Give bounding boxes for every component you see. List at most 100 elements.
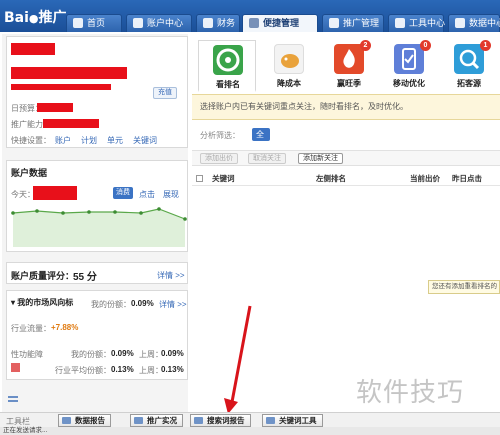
data-report-button[interactable]: 数据报告 (58, 414, 111, 427)
filter-row: 分析筛选： 全部(0) (200, 128, 270, 165)
quick-link-keyword[interactable]: 关键词 (133, 135, 157, 146)
watermark-text: 软件技巧 (356, 378, 465, 408)
nav-tab-home[interactable]: 首页 (66, 14, 122, 32)
wallet-icon (203, 18, 213, 28)
search-term-report-button[interactable]: 搜索词报告 (190, 414, 251, 427)
market-detail-link[interactable]: 详情 >> (159, 299, 187, 310)
tab-spend[interactable]: 消费 (113, 187, 133, 199)
toolbar-label: 工具栏 (6, 417, 30, 426)
row1-prev-value: 0.09% (161, 349, 184, 358)
nav-tab-label: 工具中心 (409, 18, 446, 28)
row2-prev-label: 上周： (139, 366, 163, 375)
mobile-check-icon (394, 44, 424, 74)
account-data-title: 账户数据 (11, 168, 48, 178)
nav-tab-label: 财务 (217, 18, 236, 28)
tool-view-ranking[interactable]: 看排名 (198, 40, 256, 92)
cancel-follow-button[interactable]: 取消关注 (248, 153, 286, 164)
promo-live-button[interactable]: 推广实况 (130, 414, 183, 427)
baidu-logo[interactable]: Bai●推广 (4, 7, 67, 27)
bottom-tool-label: 推广实况 (147, 416, 177, 425)
quick-link-unit[interactable]: 单元 (107, 135, 123, 146)
market-indicator-panel: ▾ 我的市场风向标 我的份额： 0.09% 详情 >> 行业流量： +7.88%… (6, 290, 188, 380)
nav-tab-account-center[interactable]: 账户中心 (126, 14, 192, 32)
tool-label: 看排名 (216, 80, 240, 89)
nav-tab-quick-manage[interactable]: 便捷管理 (242, 14, 318, 32)
industry-icon (11, 363, 20, 372)
col-left-rank[interactable]: 左侧排名 (316, 172, 346, 186)
keyword-tool-icon (266, 417, 275, 424)
quality-score-value: 55 分 (73, 272, 97, 283)
add-bid-button[interactable]: 添加出价 (200, 153, 238, 164)
nav-tab-label: 推广管理 (343, 18, 380, 28)
tool-reduce-cost[interactable]: 降成本 (260, 40, 318, 92)
report-icon (62, 417, 71, 424)
col-current-bid[interactable]: 当前出价 (410, 172, 440, 186)
nav-tab-tools[interactable]: 工具中心 (388, 14, 446, 32)
nav-tab-label: 便捷管理 (263, 18, 300, 28)
market-title-text: 我的市场风向标 (17, 298, 74, 307)
col-keyword[interactable]: 关键词 (212, 172, 235, 186)
quick-link-account[interactable]: 账户 (55, 135, 71, 146)
redacted-budget (37, 103, 73, 112)
nav-tab-data[interactable]: 数据中心 (448, 14, 500, 32)
tool-badge: 1 (480, 40, 491, 51)
tool-mobile-optimize[interactable]: 0 移动优化 (380, 40, 438, 92)
tab-clicks[interactable]: 点击 (139, 189, 155, 200)
col-yesterday-clicks[interactable]: 昨日点击 (452, 172, 482, 186)
traffic-value: +7.88% (51, 323, 79, 332)
live-icon (134, 417, 143, 424)
row1-my-value: 0.09% (111, 349, 134, 358)
filter-tab-all[interactable]: 全部(0) (252, 128, 270, 165)
my-share-value: 0.09% (131, 299, 154, 308)
bottom-tool-label: 关键词工具 (279, 416, 317, 425)
nav-tab-finance[interactable]: 财务 (196, 14, 240, 32)
recharge-button[interactable]: 充值 (153, 87, 177, 99)
paw-icon: ● (28, 12, 39, 25)
data-icon (455, 18, 465, 28)
menu-icon[interactable] (8, 396, 18, 402)
trend-point (61, 211, 65, 215)
select-all-checkbox[interactable] (196, 175, 203, 182)
today-label: 今天： (11, 190, 35, 199)
target-icon (213, 45, 243, 75)
tooltip-hint: 您还有添加重看排名的 (428, 280, 500, 294)
row2-avg-value: 0.13% (111, 365, 134, 374)
top-nav-bar: Bai●推广 首页 账户中心 财务 便捷管理 推广管理 工具中心 数据中心 (0, 0, 500, 32)
redacted-ability (43, 119, 99, 128)
flame-icon (334, 44, 364, 74)
grid-icon (249, 18, 259, 28)
nav-tab-promotion[interactable]: 推广管理 (322, 14, 384, 32)
bottom-tool-label: 搜索词报告 (207, 416, 245, 425)
row2-avg-label: 行业平均份额： (55, 366, 111, 375)
logo-suffix: 推广 (38, 10, 67, 26)
tab-impressions[interactable]: 展现 (163, 189, 179, 200)
tool-peak-season[interactable]: 2 赢旺季 (320, 40, 378, 92)
home-icon (73, 18, 83, 28)
row2-prev-value: 0.13% (161, 365, 184, 374)
nav-tab-label: 数据中心 (469, 18, 500, 28)
table-header: 关键词 左侧排名 当前出价 昨日点击 (192, 172, 500, 186)
tool-expand-customers[interactable]: 1 拓客源 (440, 40, 498, 92)
user-icon (133, 18, 143, 28)
row1-my-label: 我的份额： (71, 350, 111, 359)
redacted-account-info (11, 67, 127, 79)
tool-label: 移动优化 (393, 79, 425, 88)
quick-link-plan[interactable]: 计划 (81, 135, 97, 146)
keyword-tool-button[interactable]: 关键词工具 (262, 414, 323, 427)
quality-detail-link[interactable]: 详情 >> (157, 270, 185, 281)
trend-point (113, 210, 117, 214)
add-new-follow-button[interactable]: 添加新关注 (298, 153, 343, 164)
quick-settings-label: 快捷设置： (11, 136, 51, 145)
filter-label: 分析筛选： (200, 131, 240, 140)
logo-text: Bai (4, 10, 29, 26)
piggy-bank-icon (274, 44, 304, 74)
trend-point (139, 211, 143, 215)
trend-point (11, 211, 15, 215)
capacity-label: 性功能障 (11, 350, 43, 359)
account-panel: 充值 日预算： 推广能力： 快捷设置： 账户 计划 单元 关键词 (6, 36, 188, 148)
my-share-label: 我的份额： (91, 300, 131, 309)
tool-label: 降成本 (277, 79, 301, 88)
status-bar: 正在发送请求... (0, 427, 500, 435)
tool-label: 赢旺季 (337, 79, 361, 88)
market-title: ▾ 我的市场风向标 (11, 298, 74, 307)
